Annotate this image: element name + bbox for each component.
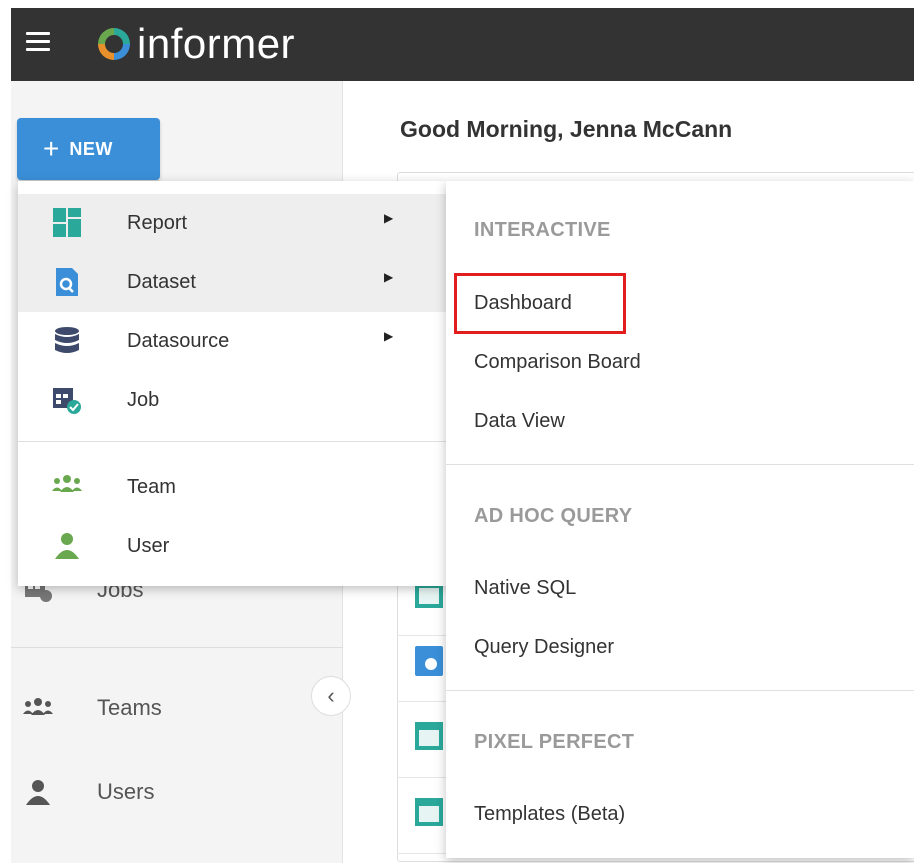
new-button-label: NEW [69, 138, 113, 159]
page-greeting: Good Morning, Jenna McCann [400, 116, 733, 142]
report-icon [50, 208, 84, 238]
job-icon [50, 385, 84, 415]
menu-item-label: User [127, 535, 170, 557]
sidebar-divider [11, 647, 343, 648]
user-icon [50, 531, 84, 561]
menu-item-label: Datasource [127, 330, 230, 352]
menu-item-job[interactable]: Job [18, 371, 446, 430]
calendar-icon [411, 790, 447, 830]
menu-item-label: Report [127, 212, 188, 234]
submenu-divider [446, 690, 914, 691]
menu-divider [18, 441, 446, 442]
submenu-arrow-icon: ▶ [384, 329, 394, 343]
menu-item-user[interactable]: User [18, 517, 446, 576]
submenu-item-comparison-board[interactable]: Comparison Board [474, 351, 641, 374]
datasource-icon [50, 326, 84, 356]
new-button[interactable]: + NEW [17, 118, 160, 180]
menu-item-team[interactable]: Team [18, 458, 446, 517]
user-icon [21, 777, 55, 807]
submenu-item-templates-beta[interactable]: Templates (Beta) [474, 803, 625, 826]
sidebar-item-label: Users [97, 779, 155, 804]
menu-item-report[interactable]: Report ▶ [18, 194, 446, 253]
sidebar-item-label: Teams [97, 695, 162, 720]
submenu-item-data-view[interactable]: Data View [474, 410, 565, 433]
submenu-arrow-icon: ▶ [384, 270, 394, 284]
menu-item-datasource[interactable]: Datasource ▶ [18, 312, 446, 371]
submenu-item-query-designer[interactable]: Query Designer [474, 636, 614, 659]
calendar-icon [411, 714, 447, 754]
team-icon [21, 693, 55, 723]
submenu-divider [446, 464, 914, 465]
new-dropdown-menu: Report ▶ Dataset ▶ Datasource ▶ Job Team… [18, 181, 446, 586]
submenu-arrow-icon: ▶ [384, 211, 394, 225]
submenu-heading-ad-hoc-query: AD HOC QUERY [474, 505, 633, 527]
sidebar-item-teams[interactable]: Teams [11, 683, 343, 733]
menu-item-label: Dataset [127, 271, 196, 293]
chevron-left-icon: ‹ [327, 683, 335, 708]
menu-item-label: Team [127, 476, 176, 498]
sidebar-item-users[interactable]: Users [11, 767, 343, 817]
collapse-sidebar-button[interactable]: ‹ [311, 676, 351, 716]
app-logo[interactable]: informer [95, 20, 295, 68]
highlight-box [454, 273, 626, 334]
submenu-heading-interactive: INTERACTIVE [474, 219, 611, 241]
menu-item-dataset[interactable]: Dataset ▶ [18, 253, 446, 312]
team-icon [50, 472, 84, 502]
top-app-bar: informer [11, 8, 914, 81]
submenu-item-native-sql[interactable]: Native SQL [474, 577, 576, 600]
logo-text: informer [137, 20, 296, 67]
dataset-icon [50, 267, 84, 297]
dataset-icon [411, 638, 447, 678]
hamburger-menu-icon[interactable] [26, 32, 50, 54]
plus-icon: + [43, 133, 60, 164]
submenu-heading-pixel-perfect: PIXEL PERFECT [474, 731, 635, 753]
menu-item-label: Job [127, 389, 160, 411]
informer-logo-icon [95, 25, 133, 63]
